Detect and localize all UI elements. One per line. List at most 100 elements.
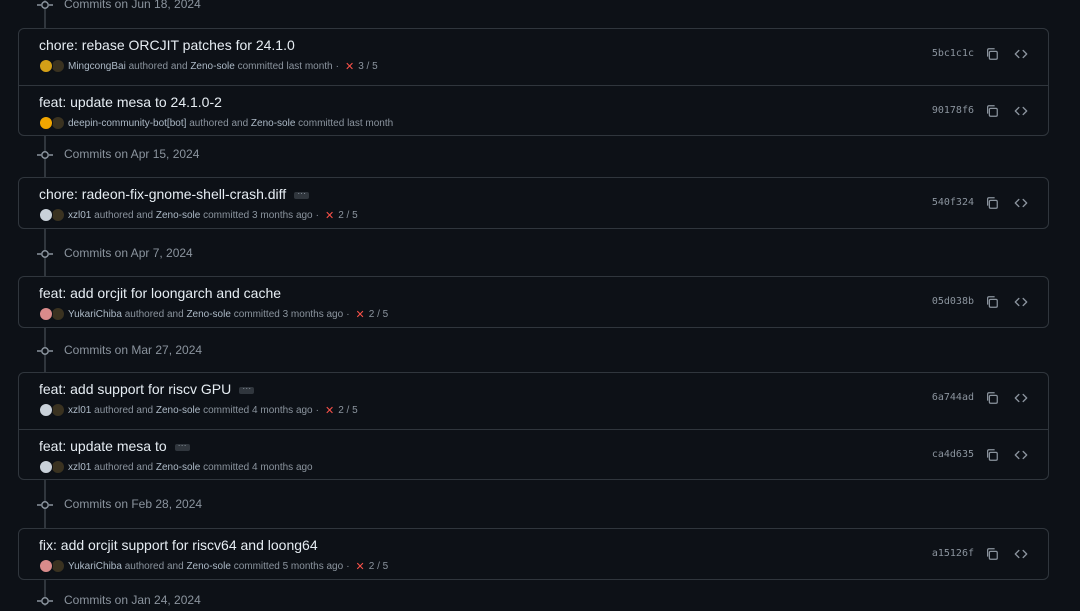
author-link[interactable]: MingcongBai (68, 61, 126, 72)
commit-dot-icon (37, 345, 53, 357)
copy-sha-icon[interactable] (985, 448, 999, 462)
committer-avatar[interactable] (51, 307, 65, 321)
expand-message-button[interactable]: ··· (174, 441, 190, 451)
checks-count[interactable]: 2 / 5 (369, 561, 388, 572)
avatar-stack (39, 559, 65, 573)
author-avatar[interactable] (39, 116, 53, 130)
committed-time: committed 3 months ago (233, 308, 344, 320)
author-avatar[interactable] (39, 460, 53, 474)
copy-sha-icon[interactable] (985, 391, 999, 405)
commit-group-box: feat: add support for riscv GPU ··· xzl01 … (18, 372, 1049, 480)
browse-repo-code-icon[interactable] (1014, 196, 1028, 210)
checks-failed-icon[interactable]: ✕ (356, 560, 365, 573)
commit-sha-link[interactable]: ca4d635 (932, 449, 974, 460)
commit-row: feat: update mesa to 24.1.0-2 deepin-comm… (19, 85, 1048, 138)
author-avatar[interactable] (39, 59, 53, 73)
commit-message-link[interactable]: feat: update mesa to ··· (39, 438, 190, 454)
meta-separator: · (346, 308, 350, 320)
committer-avatar[interactable] (51, 403, 65, 417)
checks-count[interactable]: 3 / 5 (358, 61, 377, 72)
committer-avatar[interactable] (51, 559, 65, 573)
copy-sha-icon[interactable] (985, 547, 999, 561)
commit-dot-icon (37, 595, 53, 607)
committer-link[interactable]: Zeno-sole (156, 462, 200, 473)
commit-sha-link[interactable]: 6a744ad (932, 392, 974, 403)
committer-link[interactable]: Zeno-sole (186, 561, 230, 572)
browse-repo-code-icon[interactable] (1014, 448, 1028, 462)
checks-failed-icon[interactable]: ✕ (325, 209, 334, 222)
commit-meta: xzl01 authored and Zeno-sole committed 3… (39, 208, 358, 222)
author-link[interactable]: xzl01 (68, 210, 91, 221)
commit-sha-link[interactable]: a15126f (932, 548, 974, 559)
author-link[interactable]: YukariChiba (68, 309, 122, 320)
author-link[interactable]: xzl01 (68, 462, 91, 473)
checks-count[interactable]: 2 / 5 (338, 210, 357, 221)
committer-avatar[interactable] (51, 116, 65, 130)
commit-dot-icon (37, 499, 53, 511)
commit-group-date: Commits on Apr 15, 2024 (64, 147, 200, 161)
committer-avatar[interactable] (51, 208, 65, 222)
author-avatar[interactable] (39, 208, 53, 222)
commit-message-link[interactable]: feat: add orcjit for loongarch and cache (39, 285, 281, 301)
expand-message-button[interactable]: ··· (239, 384, 255, 394)
commit-group-header: Commits on Apr 15, 2024 (0, 145, 400, 165)
committer-link[interactable]: Zeno-sole (186, 309, 230, 320)
commit-row: feat: add orcjit for loongarch and cache… (19, 277, 1048, 329)
committed-time: committed 5 months ago (233, 560, 344, 572)
commit-meta: xzl01 authored and Zeno-sole committed 4… (39, 460, 313, 474)
committer-link[interactable]: Zeno-sole (190, 61, 234, 72)
avatar-stack (39, 403, 65, 417)
checks-failed-icon[interactable]: ✕ (345, 60, 354, 73)
avatar-stack (39, 460, 65, 474)
browse-repo-code-icon[interactable] (1014, 547, 1028, 561)
commit-message-link[interactable]: feat: update mesa to 24.1.0-2 (39, 94, 222, 110)
checks-failed-icon[interactable]: ✕ (325, 404, 334, 417)
commit-group-header: Commits on Jun 18, 2024 (0, 0, 400, 15)
checks-count[interactable]: 2 / 5 (338, 405, 357, 416)
expand-message-button[interactable]: ··· (294, 189, 310, 199)
committer-link[interactable]: Zeno-sole (251, 118, 295, 129)
author-avatar[interactable] (39, 403, 53, 417)
browse-repo-code-icon[interactable] (1014, 104, 1028, 118)
commit-message-link[interactable]: chore: radeon-fix-gnome-shell-crash.diff… (39, 186, 310, 202)
author-avatar[interactable] (39, 307, 53, 321)
committed-time: committed 3 months ago (203, 209, 313, 221)
commit-timeline: Commits on Jun 18, 2024 chore: rebase ORC… (0, 0, 1080, 607)
commit-dot-icon (37, 149, 53, 161)
checks-count[interactable]: 2 / 5 (369, 309, 388, 320)
commit-message-link[interactable]: feat: add support for riscv GPU ··· (39, 381, 255, 397)
commit-message-link[interactable]: chore: rebase ORCJIT patches for 24.1.0 (39, 37, 295, 53)
browse-repo-code-icon[interactable] (1014, 391, 1028, 405)
commit-message-link[interactable]: fix: add orcjit support for riscv64 and … (39, 537, 318, 553)
commit-sha-link[interactable]: 5bc1c1c (932, 48, 974, 59)
avatar-stack (39, 59, 65, 73)
copy-sha-icon[interactable] (985, 196, 999, 210)
commit-meta: deepin-community-bot[bot] authored and Z… (39, 116, 393, 130)
author-link[interactable]: YukariChiba (68, 561, 122, 572)
committer-link[interactable]: Zeno-sole (156, 210, 200, 221)
committed-time: committed 4 months ago (203, 404, 313, 416)
commit-group-date: Commits on Jan 24, 2024 (64, 593, 201, 607)
browse-repo-code-icon[interactable] (1014, 47, 1028, 61)
meta-separator: · (335, 60, 339, 72)
copy-sha-icon[interactable] (985, 104, 999, 118)
meta-separator: · (315, 209, 319, 221)
copy-sha-icon[interactable] (985, 295, 999, 309)
commit-meta: YukariChiba authored and Zeno-sole commi… (39, 559, 388, 573)
authored-text: authored and (94, 404, 154, 416)
committer-avatar[interactable] (51, 59, 65, 73)
commit-dot-icon (37, 248, 53, 260)
checks-failed-icon[interactable]: ✕ (356, 308, 365, 321)
commit-sha-link[interactable]: 90178f6 (932, 105, 974, 116)
author-link[interactable]: deepin-community-bot[bot] (68, 118, 186, 129)
copy-sha-icon[interactable] (985, 47, 999, 61)
commit-sha-link[interactable]: 05d038b (932, 296, 974, 307)
browse-repo-code-icon[interactable] (1014, 295, 1028, 309)
avatar-stack (39, 307, 65, 321)
author-avatar[interactable] (39, 559, 53, 573)
commit-sha-link[interactable]: 540f324 (932, 197, 974, 208)
committer-link[interactable]: Zeno-sole (156, 405, 200, 416)
author-link[interactable]: xzl01 (68, 405, 91, 416)
commit-row: feat: update mesa to ··· xzl01 authored an… (19, 429, 1048, 482)
committer-avatar[interactable] (51, 460, 65, 474)
